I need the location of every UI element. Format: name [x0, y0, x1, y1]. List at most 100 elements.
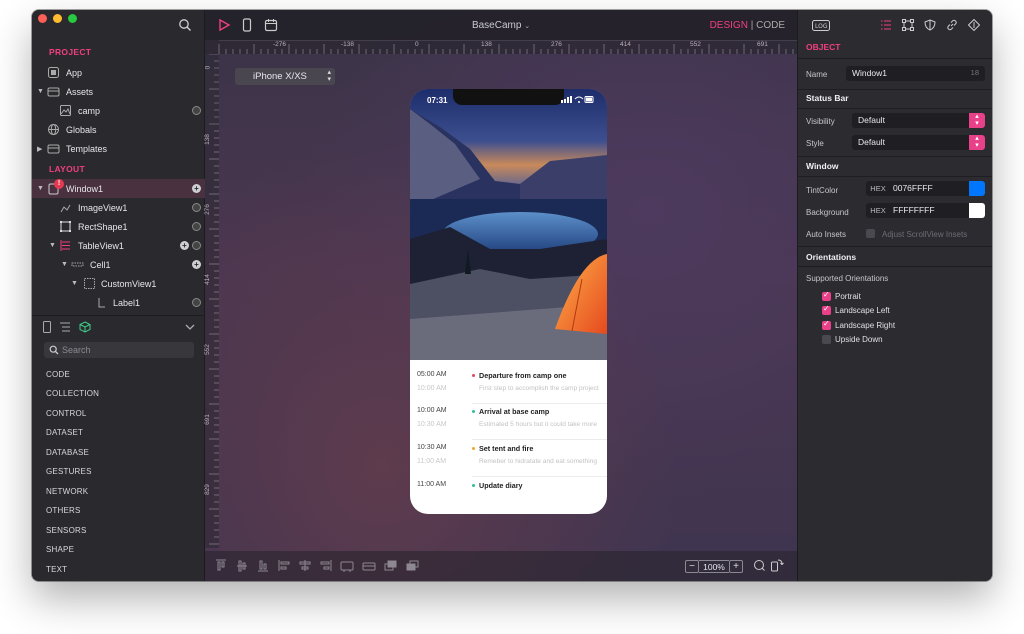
tintcolor-swatch[interactable]: [969, 181, 985, 196]
tintcolor-field[interactable]: HEX 0076FFFF: [866, 181, 985, 196]
tintcolor-label: TintColor: [806, 186, 839, 195]
minimize-window-button[interactable]: [53, 14, 62, 23]
zoom-out-button[interactable]: −: [685, 559, 699, 573]
library-category[interactable]: DATABASE: [46, 448, 89, 457]
design-canvas[interactable]: BaseCamp ⌄ DESIGN | CODE -276 -138 0 138…: [203, 10, 797, 581]
background-swatch[interactable]: [969, 203, 985, 218]
left-sidebar: PROJECT App ▼ Assets camp Globals ▶ Temp…: [32, 10, 205, 581]
tree-item-camp[interactable]: camp: [32, 101, 205, 120]
landscape-left-checkbox[interactable]: [822, 304, 831, 315]
upside-down-checkbox[interactable]: [822, 335, 831, 344]
library-search-field[interactable]: Search: [44, 342, 194, 358]
library-category[interactable]: CODE: [46, 370, 70, 379]
zoom-in-button[interactable]: +: [729, 559, 743, 573]
code-diamond-icon[interactable]: [968, 19, 980, 31]
tree-item-templates[interactable]: ▶ Templates: [32, 139, 205, 158]
shield-icon[interactable]: [924, 19, 936, 31]
preview-icon[interactable]: [753, 559, 765, 571]
tree-item-rectshape1[interactable]: RectShape1: [32, 217, 205, 236]
add-icon[interactable]: +: [180, 241, 189, 250]
table-row[interactable]: 10:30 AM 11:00 AM Set tent and fire Reme…: [410, 442, 607, 478]
library-category[interactable]: OTHERS: [46, 506, 81, 515]
device-icon[interactable]: [41, 321, 53, 333]
library-category[interactable]: SHAPE: [46, 545, 74, 554]
disclosure-down-icon[interactable]: ▼: [37, 185, 45, 192]
style-select[interactable]: Default ▴ ▾: [852, 135, 985, 150]
close-window-button[interactable]: [38, 14, 47, 23]
chevron-down-icon[interactable]: [185, 323, 195, 331]
tree-item-tableview1[interactable]: ▼ TableView1 +: [32, 236, 205, 255]
ruler-label: 829: [203, 484, 211, 495]
document-title[interactable]: BaseCamp ⌄: [205, 20, 797, 31]
rotate-device-icon[interactable]: [770, 558, 784, 572]
status-dot: [192, 106, 201, 115]
table-row[interactable]: 10:00 AM 10:30 AM Arrival at base camp E…: [410, 405, 607, 441]
disclosure-right-icon[interactable]: ▶: [37, 145, 45, 153]
link-icon[interactable]: [946, 19, 958, 31]
zoom-window-button[interactable]: [68, 14, 77, 23]
visibility-select[interactable]: Default ▴ ▾: [852, 113, 985, 128]
divider: [798, 89, 992, 90]
design-mode-tab[interactable]: DESIGN: [710, 20, 748, 31]
search-placeholder: Search: [62, 345, 91, 355]
landscape-right-checkbox[interactable]: [822, 319, 831, 330]
disclosure-down-icon[interactable]: ▼: [37, 88, 45, 95]
library-category[interactable]: COLLECTION: [46, 389, 99, 398]
tree-item-globals[interactable]: Globals: [32, 120, 205, 139]
updown-chevron-icon[interactable]: ▴ ▾: [969, 135, 985, 150]
table-view-icon: [60, 240, 70, 251]
search-icon[interactable]: [178, 18, 192, 32]
code-mode-tab[interactable]: CODE: [756, 20, 785, 31]
name-field[interactable]: Window1 18: [846, 66, 985, 81]
library-category[interactable]: TEXT: [46, 565, 67, 574]
add-icon[interactable]: +: [192, 260, 201, 269]
tree-item-window1[interactable]: ▼ ! Window1 +: [32, 179, 205, 198]
hero-image[interactable]: [410, 89, 607, 360]
add-icon[interactable]: +: [192, 184, 201, 193]
log-icon[interactable]: LOG: [812, 20, 830, 31]
disclosure-down-icon[interactable]: ▼: [61, 261, 69, 268]
library-category[interactable]: DATASET: [46, 428, 83, 437]
autoinsets-text: Adjust ScrollView Insets: [882, 230, 968, 239]
table-row[interactable]: 05:00 AM 10:00 AM Departure from camp on…: [410, 369, 607, 405]
tree-item-app[interactable]: App: [32, 63, 205, 82]
cube-icon[interactable]: [79, 321, 91, 333]
tree-item-label: App: [66, 67, 83, 78]
portrait-checkbox[interactable]: [822, 290, 831, 301]
send-back-icon: [406, 560, 419, 571]
globe-icon: [48, 124, 59, 135]
library-category[interactable]: NETWORK: [46, 487, 88, 496]
status-dot: [192, 241, 201, 250]
name-label: Name: [806, 70, 828, 79]
frame-icon[interactable]: [902, 19, 914, 31]
library-category[interactable]: SENSORS: [46, 526, 87, 535]
table-row[interactable]: 11:00 AM Update diary: [410, 479, 607, 514]
search-icon: [49, 345, 59, 355]
library-category[interactable]: CONTROL: [46, 409, 87, 418]
tree-item-cell1[interactable]: ▼ Cell1 +: [32, 255, 205, 274]
phone-preview[interactable]: 07:31 05:00 AM 10:00 AM Departure from c…: [410, 89, 607, 514]
properties-icon[interactable]: [880, 19, 892, 31]
updown-chevron-icon: ▴ ▾: [327, 69, 331, 83]
statusbar-section-title: Status Bar: [806, 93, 849, 103]
tree-item-imageview1[interactable]: ImageView1: [32, 198, 205, 217]
layout-section-title: LAYOUT: [49, 164, 85, 174]
zoom-level[interactable]: 100%: [699, 559, 729, 573]
divider: [798, 156, 992, 157]
autoinsets-checkbox[interactable]: [866, 229, 875, 238]
disclosure-down-icon[interactable]: ▼: [49, 242, 57, 249]
tree-item-customview1[interactable]: ▼ CustomView1: [32, 274, 205, 293]
disclosure-down-icon[interactable]: ▼: [71, 280, 79, 287]
status-bar-time: 07:31: [427, 96, 448, 105]
library-category[interactable]: GESTURES: [46, 467, 92, 476]
device-selector[interactable]: iPhone X/XS ▴ ▾: [235, 68, 335, 85]
tree-item-label1[interactable]: Label1: [32, 293, 205, 312]
list-icon[interactable]: [59, 321, 71, 333]
tree-item-assets[interactable]: ▼ Assets: [32, 82, 205, 101]
inspector-panel: LOG OBJECT Name Window1 18 Status Bar Vi…: [797, 10, 992, 581]
background-field[interactable]: HEX FFFFFFFF: [866, 203, 985, 218]
assets-icon: [47, 87, 60, 97]
updown-chevron-icon[interactable]: ▴ ▾: [969, 113, 985, 128]
mode-separator: |: [750, 20, 754, 31]
tree-item-label: RectShape1: [78, 221, 128, 232]
